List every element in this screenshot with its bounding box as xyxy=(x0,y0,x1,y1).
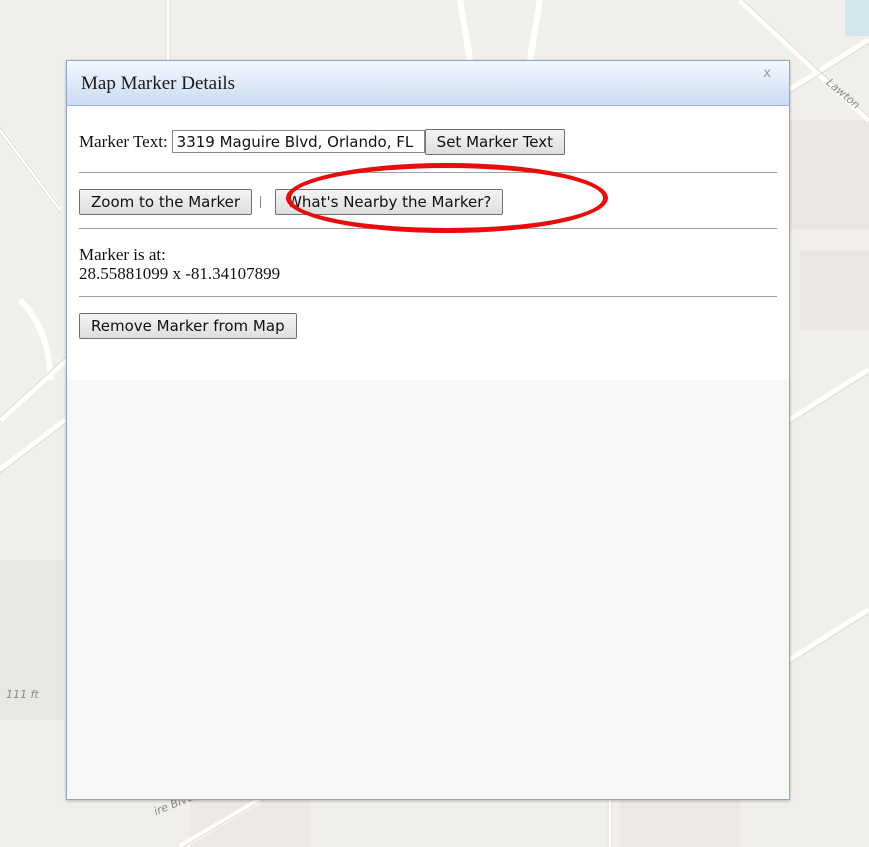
dialog-title: Map Marker Details xyxy=(81,73,236,94)
marker-position: Marker is at: 28.55881099 x -81.34107899 xyxy=(79,229,777,296)
zoom-to-marker-button[interactable]: Zoom to the Marker xyxy=(79,189,253,215)
remove-marker-row: Remove Marker from Map xyxy=(79,297,777,339)
marker-position-label: Marker is at: xyxy=(79,245,166,264)
marker-text-label: Marker Text: xyxy=(79,131,168,151)
set-marker-text-button[interactable]: Set Marker Text xyxy=(424,128,566,155)
marker-coordinates: 28.55881099 x -81.34107899 xyxy=(79,264,281,283)
dialog-titlebar[interactable]: Map Marker Details x xyxy=(67,61,789,106)
marker-text-row: Marker Text: Set Marker Text xyxy=(79,106,777,157)
marker-text-input[interactable] xyxy=(171,130,425,153)
map-marker-details-dialog: Map Marker Details x Marker Text: Set Ma… xyxy=(66,60,790,800)
divider-tick xyxy=(260,196,262,208)
marker-actions-row: Zoom to the Marker What's Nearby the Mar… xyxy=(79,173,777,228)
dialog-content: Marker Text: Set Marker Text Zoom to the… xyxy=(67,106,789,380)
remove-marker-button[interactable]: Remove Marker from Map xyxy=(79,313,297,339)
whats-nearby-button[interactable]: What's Nearby the Marker? xyxy=(275,189,504,215)
close-icon[interactable]: x xyxy=(763,66,771,81)
map-scale-label: 111 ft xyxy=(6,688,39,701)
